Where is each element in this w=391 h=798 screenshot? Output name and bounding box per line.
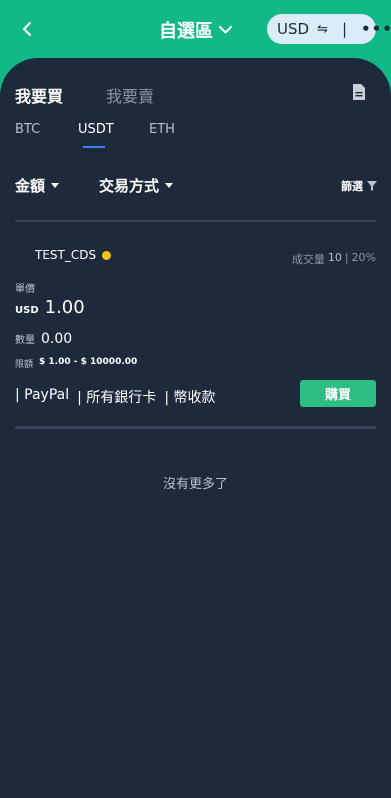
price-label: 單價 [15,284,35,295]
price-unit: USD [15,305,39,316]
payment-method-bank-card: | 所有銀行卡 [77,390,157,406]
volume-label: 成交量 [291,253,325,266]
document-icon[interactable] [352,84,366,100]
buy-button[interactable]: 購買 [300,380,376,407]
amount-filter[interactable]: 金額 [15,175,99,196]
tab-usdt[interactable]: USDT [78,122,149,148]
payment-method-currency: | 幣收款 [164,390,216,406]
limit: 限額 $ 1.00 - $ 10000.00 [15,357,137,370]
caret-down-icon [51,183,60,188]
pill-separator: | [341,20,348,38]
caret-down-icon [165,183,174,188]
merchant-label: TEST_CDS [35,248,97,262]
currency-selector[interactable]: USD ⇋ | ••• [267,14,391,44]
quantity: 數量 0.00 [15,331,72,347]
chevron-down-icon [219,26,232,34]
divider [15,426,376,429]
page-title: 自選區 [159,21,213,42]
tab-btc[interactable]: BTC [15,122,78,137]
funnel-icon [367,181,377,191]
tab-sell[interactable]: 我要賣 [106,83,154,107]
quantity-value: 0.00 [41,331,73,347]
trade-tabs: 我要買 我要賣 [15,83,154,107]
payment-method-paypal: | PayPal [15,387,70,403]
more-icon[interactable]: ••• [361,20,391,38]
quantity-label: 數量 [15,335,35,346]
payment-methods: | PayPal | 所有銀行卡 | 幣收款 [15,387,215,407]
limit-label: 限額 [15,360,34,370]
currency-code: USD [277,20,310,38]
limit-value: $ 1.00 - $ 10000.00 [39,357,138,367]
volume-value: 10 [327,251,342,264]
payment-method-filter-label: 交易方式 [99,177,160,195]
tab-usdt-label: USDT [78,122,114,137]
completion-rate: 20% [351,251,376,264]
filter-row: 金額 交易方式 [15,175,174,196]
no-more-text: 沒有更多了 [162,477,228,492]
active-tab-indicator [83,146,105,148]
tab-buy[interactable]: 我要買 [15,83,63,107]
verified-badge-icon [102,250,112,260]
tab-eth[interactable]: ETH [149,122,175,137]
swap-icon: ⇋ [317,21,328,37]
filter-button[interactable]: 篩選 [341,178,377,194]
payment-method-filter[interactable]: 交易方式 [99,175,174,196]
divider [15,220,376,222]
price-value: 1.00 [44,297,85,318]
coin-tabs: BTC USDT ETH [15,122,175,148]
volume-separator: | [344,251,349,264]
merchant-name[interactable]: TEST_CDS [35,248,112,262]
trade-volume: 成交量 10 | 20% [292,251,376,267]
unit-price: USD 1.00 [15,297,85,318]
filter-button-label: 篩選 [341,180,363,193]
amount-filter-label: 金額 [15,177,46,195]
